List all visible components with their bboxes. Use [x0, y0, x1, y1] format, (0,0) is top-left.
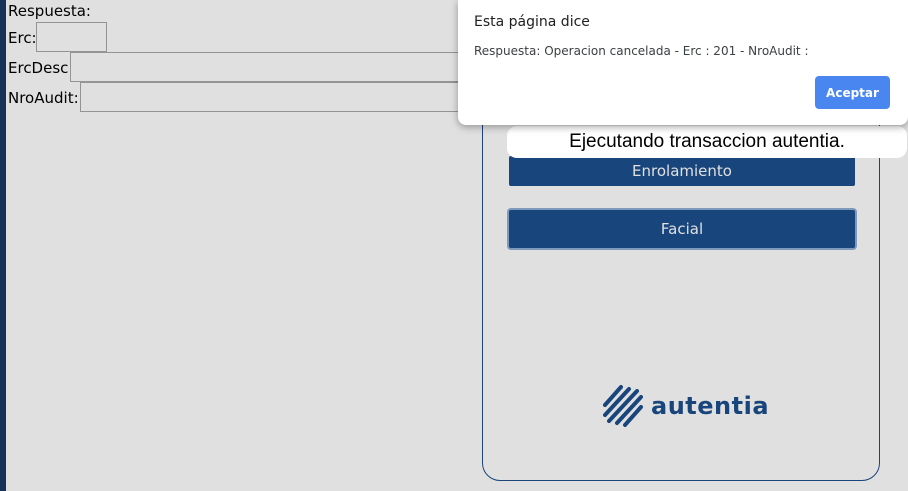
left-edge-strip [0, 0, 6, 491]
nroaudit-label: NroAudit: [8, 89, 79, 107]
dialog-message: Respuesta: Operacion cancelada - Erc : 2… [474, 44, 809, 58]
enrolamiento-button[interactable]: Enrolamiento [509, 156, 855, 186]
alert-dialog: Esta página dice Respuesta: Operacion ca… [458, 0, 908, 125]
dialog-title: Esta página dice [474, 14, 590, 30]
ercdesc-field[interactable] [70, 52, 470, 82]
respuesta-label: Respuesta: [8, 2, 91, 20]
erc-field[interactable] [36, 22, 107, 52]
status-toast: Ejecutando transaccion autentia. [507, 126, 907, 158]
autentia-logo-icon [603, 385, 643, 427]
facial-button[interactable]: Facial [509, 210, 855, 248]
nroaudit-field[interactable] [80, 82, 470, 112]
autentia-logo: autentia [603, 383, 769, 429]
accept-button[interactable]: Aceptar [815, 76, 890, 109]
autentia-logo-text: autentia [651, 392, 770, 420]
ercdesc-label: ErcDesc: [8, 59, 74, 77]
status-toast-message: Ejecutando transaccion autentia. [569, 131, 845, 152]
erc-label: Erc: [8, 29, 37, 47]
